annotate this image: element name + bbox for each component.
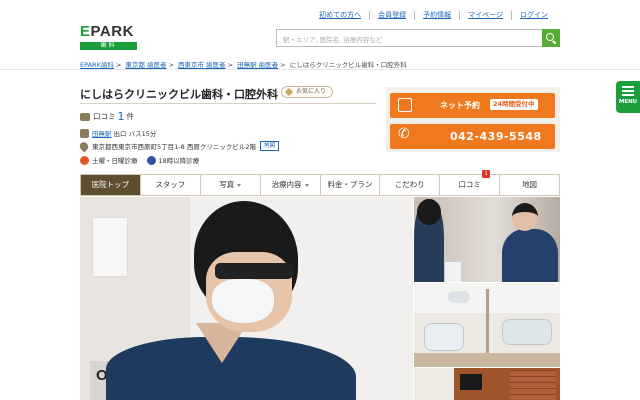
access-info: 田無駅 出口 バス15分 — [80, 128, 156, 138]
tab-photos[interactable]: 写真 — [199, 175, 260, 195]
late-label: 18時以降診療 — [158, 157, 200, 165]
menu-button[interactable]: MENU — [616, 81, 640, 113]
tab-map[interactable]: 地図 — [499, 175, 559, 195]
phone-number: 042-439-5548 — [450, 130, 542, 143]
review-number: 1 — [117, 110, 125, 123]
tab-reviews[interactable]: 口コミ 1 — [439, 170, 500, 195]
search-input[interactable]: 駅・エリア, 医院名, 治療内容など — [276, 29, 542, 47]
link-mypage[interactable]: マイページ — [459, 11, 511, 20]
review-badge: 1 — [482, 170, 491, 178]
24h-badge: 24時間受付中 — [490, 99, 538, 110]
logo-text: EPARK — [80, 23, 134, 40]
breadcrumb-tanashi[interactable]: 田無駅 歯医者 — [237, 61, 278, 69]
page-title: にしはらクリニックビル歯科・口腔外科 — [80, 88, 278, 101]
map-pin-icon — [77, 139, 91, 153]
review-label: 口コミ — [93, 112, 116, 121]
link-login[interactable]: ログイン — [511, 11, 556, 20]
map-link[interactable]: 地図 — [259, 141, 279, 151]
tab-features[interactable]: こだわり — [379, 175, 440, 195]
access-text: 出口 バス15分 — [113, 130, 157, 138]
link-register[interactable]: 会員登録 — [369, 11, 414, 20]
photo-thumb-treatment-room[interactable] — [414, 283, 560, 367]
breadcrumb-nishitokyo[interactable]: 西東京市 歯医者 — [178, 61, 226, 69]
phone-icon — [398, 126, 412, 143]
menu-label: MENU — [618, 99, 638, 105]
title-underline — [80, 103, 376, 104]
breadcrumb-tokyo[interactable]: 東京都 歯医者 — [125, 61, 166, 69]
station-link[interactable]: 田無駅 — [92, 128, 112, 138]
breadcrumb-epark[interactable]: EPARK歯科 — [80, 61, 114, 69]
address-info: 東京都西東京市西原町5丁目1-8 西原クリニックビル2階 地図 — [77, 139, 279, 153]
clinic-tabs: 医院トップ スタッフ 写真 治療内容 料金・プラン こだわり 口コミ 1 地図 — [80, 170, 560, 196]
main-photo: OPARK — [80, 197, 413, 400]
search-button[interactable] — [542, 29, 560, 47]
caret-down-icon — [304, 183, 309, 187]
weekend-icon — [80, 155, 89, 165]
epark-logo[interactable]: EPARK 歯科 — [80, 24, 138, 50]
header-links: 初めての方へ 会員登録 予約情報 マイページ ログイン — [311, 11, 556, 20]
link-reservations[interactable]: 予約情報 — [414, 11, 459, 20]
phone-button[interactable]: 042-439-5548 — [390, 124, 555, 149]
hours-info: 土曜・日曜診療 18時以降診療 — [80, 155, 199, 165]
hamburger-icon — [622, 86, 634, 96]
review-count[interactable]: 口コミ 1 件 — [80, 110, 134, 123]
review-unit: 件 — [126, 112, 135, 121]
breadcrumb: EPARK歯科 > 東京都 歯医者 > 西東京市 歯医者 > 田無駅 歯医者 > にしは… — [80, 61, 407, 69]
clock-icon — [146, 155, 156, 165]
breadcrumb-current: にしはらクリニックビル歯科・口腔外科 — [289, 61, 407, 69]
weekend-label: 土曜・日曜診療 — [92, 157, 138, 165]
photo-thumb-waiting-room[interactable] — [414, 368, 560, 400]
net-reservation-button[interactable]: ネット予約 24時間受付中 — [390, 93, 555, 118]
tab-top[interactable]: 医院トップ — [81, 175, 140, 195]
net-reservation-label: ネット予約 — [440, 101, 480, 110]
logo-subtitle: 歯科 — [80, 42, 137, 50]
caret-down-icon — [237, 183, 242, 187]
comment-icon — [80, 112, 90, 121]
favorite-button[interactable]: お気に入り — [281, 86, 334, 98]
calendar-icon — [398, 98, 412, 112]
link-first-time[interactable]: 初めての方へ — [311, 11, 369, 20]
tab-staff[interactable]: スタッフ — [139, 175, 200, 195]
divider — [0, 69, 640, 70]
train-icon — [80, 128, 89, 138]
address-text: 東京都西東京市西原町5丁目1-8 西原クリニックビル2階 — [92, 143, 256, 151]
tab-treatments[interactable]: 治療内容 — [259, 175, 320, 195]
tab-pricing[interactable]: 料金・プラン — [319, 175, 380, 195]
photo-thumb-staff[interactable] — [414, 197, 560, 282]
